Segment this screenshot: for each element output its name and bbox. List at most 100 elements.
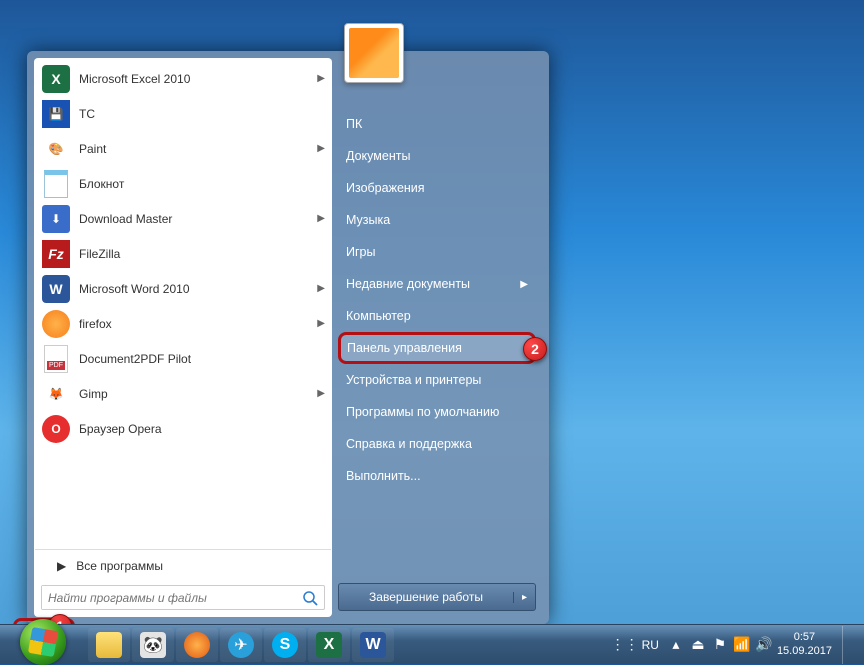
- tc-icon: 💾: [41, 99, 71, 129]
- program-label: Браузер Opera: [79, 422, 162, 436]
- program-label: FileZilla: [79, 247, 120, 261]
- search-icon[interactable]: [296, 586, 324, 609]
- program-label: Paint: [79, 142, 106, 156]
- shutdown-label: Завершение работы: [339, 590, 513, 604]
- tray-flag-icon[interactable]: ⚑: [711, 636, 729, 654]
- right-item-label: Музыка: [346, 213, 390, 227]
- taskbar-telegram[interactable]: ✈: [220, 628, 262, 662]
- tray-network-icon[interactable]: 📶: [733, 636, 751, 654]
- submenu-arrow-icon: ▶: [317, 318, 325, 329]
- notepad-icon: [41, 169, 71, 199]
- right-item-label: Справка и поддержка: [346, 437, 472, 451]
- firefox-icon: [41, 309, 71, 339]
- search-box: [41, 585, 325, 610]
- right-item-7[interactable]: Панель управления2: [338, 332, 536, 364]
- program-label: Microsoft Word 2010: [79, 282, 190, 296]
- submenu-arrow-icon: ▶: [317, 388, 325, 399]
- taskbar-pinned: 🐼 ✈ S X W: [88, 628, 394, 662]
- annotation-badge-2: 2: [523, 337, 547, 361]
- submenu-arrow-icon: ▶: [317, 213, 325, 224]
- program-item-excel[interactable]: X Microsoft Excel 2010 ▶: [35, 61, 331, 96]
- program-item-firefox[interactable]: firefox ▶: [35, 306, 331, 341]
- program-item-gimp[interactable]: 🦊 Gimp ▶: [35, 376, 331, 411]
- right-item-1[interactable]: Документы: [338, 140, 536, 172]
- program-item-paint[interactable]: 🎨 Paint ▶: [35, 131, 331, 166]
- tray-expand-icon[interactable]: ▴: [667, 636, 685, 654]
- right-item-3[interactable]: Музыка: [338, 204, 536, 236]
- program-item-word[interactable]: W Microsoft Word 2010 ▶: [35, 271, 331, 306]
- program-label: firefox: [79, 317, 112, 331]
- submenu-arrow-icon: ▶: [317, 143, 325, 154]
- right-item-label: Программы по умолчанию: [346, 405, 499, 419]
- right-item-label: ПК: [346, 117, 362, 131]
- program-label: Document2PDF Pilot: [79, 352, 191, 366]
- word-icon: W: [41, 274, 71, 304]
- program-item-opera[interactable]: O Браузер Opera: [35, 411, 331, 446]
- right-item-0[interactable]: ПК: [338, 108, 536, 140]
- program-label: Microsoft Excel 2010: [79, 72, 190, 86]
- program-label: Download Master: [79, 212, 172, 226]
- gimp-icon: 🦊: [41, 379, 71, 409]
- taskbar-app-panda[interactable]: 🐼: [132, 628, 174, 662]
- submenu-arrow-icon: ▶: [520, 279, 528, 290]
- arrow-right-icon: ▶: [57, 559, 66, 573]
- taskbar-firefox[interactable]: [176, 628, 218, 662]
- taskbar-clock[interactable]: 0:57 15.09.2017: [777, 631, 832, 657]
- taskbar: 🐼 ✈ S X W ⋮⋮ RU ▴ ⏏ ⚑ 📶 🔊 0:57 15.09.201…: [0, 624, 864, 664]
- program-item-tc[interactable]: 💾 TC: [35, 96, 331, 131]
- right-item-label: Компьютер: [346, 309, 411, 323]
- show-desktop[interactable]: [842, 626, 858, 664]
- start-button[interactable]: [20, 619, 66, 665]
- right-item-9[interactable]: Программы по умолчанию: [338, 396, 536, 428]
- right-item-6[interactable]: Компьютер: [338, 300, 536, 332]
- program-item-pdf[interactable]: PDF Document2PDF Pilot: [35, 341, 331, 376]
- program-label: Блокнот: [79, 177, 124, 191]
- shutdown-button[interactable]: Завершение работы ▸: [338, 583, 536, 611]
- tray-grip[interactable]: ⋮⋮: [616, 636, 634, 654]
- program-item-filezilla[interactable]: Fz FileZilla: [35, 236, 331, 271]
- start-right-pane: ПК Документы Изображения Музыка Игры Недавние…: [332, 58, 542, 617]
- tray-safe-remove-icon[interactable]: ⏏: [689, 636, 707, 654]
- submenu-arrow-icon: ▶: [317, 283, 325, 294]
- right-item-2[interactable]: Изображения: [338, 172, 536, 204]
- filezilla-icon: Fz: [41, 239, 71, 269]
- pdf-icon: PDF: [41, 344, 71, 374]
- right-item-5[interactable]: Недавние документы ▶: [338, 268, 536, 300]
- program-item-dm[interactable]: ⬇ Download Master ▶: [35, 201, 331, 236]
- dm-icon: ⬇: [41, 204, 71, 234]
- right-item-label: Выполнить...: [346, 469, 421, 483]
- paint-icon: 🎨: [41, 134, 71, 164]
- taskbar-time: 0:57: [777, 631, 832, 644]
- start-menu: X Microsoft Excel 2010 ▶ 💾 TC 🎨 Paint ▶ Блокнот ⬇…: [27, 51, 549, 624]
- taskbar-explorer[interactable]: [88, 628, 130, 662]
- taskbar-skype[interactable]: S: [264, 628, 306, 662]
- taskbar-word[interactable]: W: [352, 628, 394, 662]
- search-input[interactable]: [42, 586, 296, 609]
- shutdown-dropdown-icon[interactable]: ▸: [513, 592, 535, 603]
- language-indicator[interactable]: RU: [638, 636, 663, 654]
- right-item-label: Панель управления: [347, 341, 462, 355]
- opera-icon: O: [41, 414, 71, 444]
- start-left-pane: X Microsoft Excel 2010 ▶ 💾 TC 🎨 Paint ▶ Блокнот ⬇…: [34, 58, 332, 617]
- program-label: TC: [79, 107, 95, 121]
- right-item-8[interactable]: Устройства и принтеры: [338, 364, 536, 396]
- right-item-label: Документы: [346, 149, 410, 163]
- excel-icon: X: [41, 64, 71, 94]
- program-label: Gimp: [79, 387, 108, 401]
- windows-logo-icon: [28, 626, 58, 656]
- right-item-label: Изображения: [346, 181, 425, 195]
- taskbar-excel[interactable]: X: [308, 628, 350, 662]
- user-avatar[interactable]: [344, 23, 404, 83]
- system-tray: ⋮⋮ RU ▴ ⏏ ⚑ 📶 🔊 0:57 15.09.2017: [616, 626, 864, 664]
- right-item-label: Игры: [346, 245, 375, 259]
- right-item-11[interactable]: Выполнить...: [338, 460, 536, 492]
- all-programs[interactable]: ▶ Все программы: [35, 549, 331, 581]
- all-programs-label: Все программы: [76, 559, 163, 573]
- right-item-10[interactable]: Справка и поддержка: [338, 428, 536, 460]
- program-item-notepad[interactable]: Блокнот: [35, 166, 331, 201]
- submenu-arrow-icon: ▶: [317, 73, 325, 84]
- tray-volume-icon[interactable]: 🔊: [755, 636, 773, 654]
- taskbar-date: 15.09.2017: [777, 645, 832, 658]
- right-item-label: Недавние документы: [346, 277, 470, 291]
- right-item-4[interactable]: Игры: [338, 236, 536, 268]
